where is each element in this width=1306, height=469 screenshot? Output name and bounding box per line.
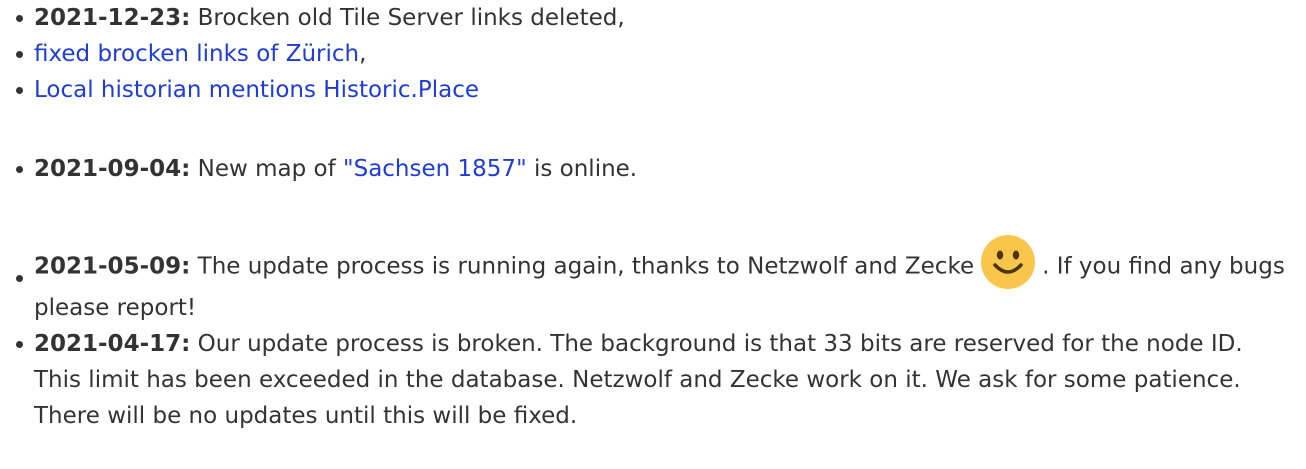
news-item: fixed brocken links of Zürich, [16, 36, 1294, 72]
news-item: Local historian mentions Historic.Place [16, 72, 1294, 108]
bullet-icon [16, 15, 23, 22]
bullet-icon [16, 341, 23, 348]
news-date: 2021-09-04: [34, 156, 191, 182]
news-text: The update process is running again, tha… [190, 253, 975, 280]
news-date: 2021-04-17: [34, 331, 191, 357]
smiley-face-icon [981, 235, 1036, 289]
local-historian-link[interactable]: Local historian mentions Historic.Place [34, 77, 479, 103]
news-item: 2021-12-23: Brocken old Tile Server link… [16, 0, 1294, 36]
news-text: Brocken old Tile Server links deleted, [190, 5, 625, 31]
news-text: New map of [190, 156, 344, 182]
news-date: 2021-12-23: [34, 5, 191, 31]
bullet-icon [16, 51, 23, 58]
news-item: 2021-05-09: The update process is runnin… [16, 235, 1294, 326]
bullet-icon [16, 275, 23, 282]
news-text: , [359, 41, 367, 67]
news-list: 2021-12-23: Brocken old Tile Server link… [0, 0, 1306, 469]
news-date: 2021-05-09: [34, 253, 191, 280]
news-item: 2021-09-04: New map of "Sachsen 1857" is… [16, 151, 1294, 187]
news-item: 2021-04-17: Our update process is broken… [16, 326, 1294, 434]
bullet-icon [16, 166, 23, 173]
zurich-links-link[interactable]: fixed brocken links of Zürich [34, 41, 359, 67]
news-text: is online. [526, 156, 638, 182]
bullet-icon [16, 87, 23, 94]
news-text: Our update process is broken. The backgr… [34, 331, 1243, 429]
sachsen-1857-link[interactable]: "Sachsen 1857" [343, 156, 527, 182]
